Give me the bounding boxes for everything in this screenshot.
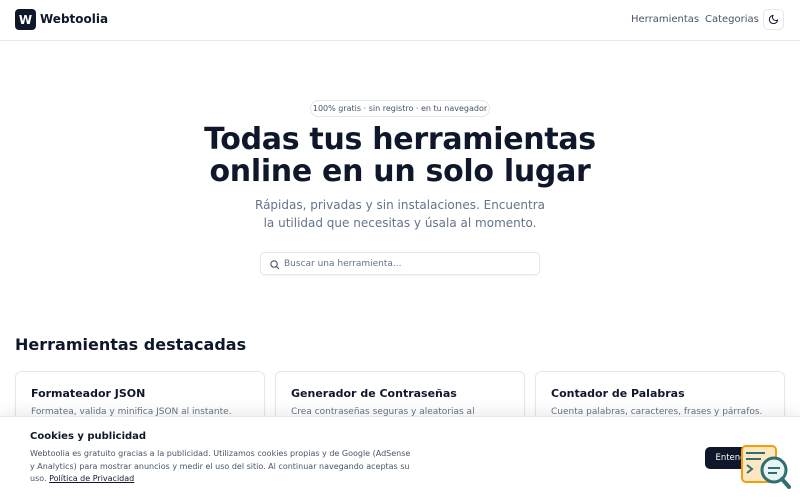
tool-card-title: Formateador JSON [31,387,146,400]
hero-title: Todas tus herramientas online en un solo… [150,124,650,188]
hero-title-line-1: Todas tus herramientas [204,122,596,157]
floating-assistant-icon[interactable] [741,445,791,489]
cookie-text: Webtoolia es gratuito gracias a la publi… [30,448,460,486]
cookie-text-line-2: y Analytics) para mostrar anuncios y med… [30,461,410,471]
cookie-title: Cookies y publicidad [30,431,147,442]
theme-toggle-button[interactable] [763,9,784,30]
brand-name[interactable]: Webtoolia [40,12,108,26]
hero-title-line-2: online en un solo lugar [209,154,591,189]
hero-subtitle-line-1: Rápidas, privadas y sin instalaciones. E… [255,198,545,212]
search-input[interactable] [284,256,534,272]
feature-pill: 100% gratis · sin registro · en tu naveg… [310,100,490,117]
logo-icon[interactable]: W [15,9,36,30]
nav-link-herramientas[interactable]: Herramientas [631,14,699,25]
cookie-text-line-1: Webtoolia es gratuito gracias a la publi… [30,449,411,458]
search-icon [270,260,280,270]
tool-card-title: Generador de Contraseñas [291,387,457,400]
top-navbar: W Webtoolia Herramientas Categorias [0,0,800,41]
search-box[interactable] [260,252,540,275]
cookie-banner: Cookies y publicidad Webtoolia es gratui… [0,416,800,500]
moon-icon [768,14,779,25]
featured-section-title: Herramientas destacadas [15,335,247,354]
nav-link-categorias[interactable]: Categorias [705,14,759,25]
hero-subtitle: Rápidas, privadas y sin instalaciones. E… [240,196,560,232]
privacy-policy-link[interactable]: Política de Privacidad [49,474,134,483]
cookie-text-line-3: uso. [30,474,47,483]
tool-card-title: Contador de Palabras [551,387,685,400]
hero-subtitle-line-2: la utilidad que necesitas y úsala al mom… [263,216,537,230]
chat-search-icon [741,445,791,489]
